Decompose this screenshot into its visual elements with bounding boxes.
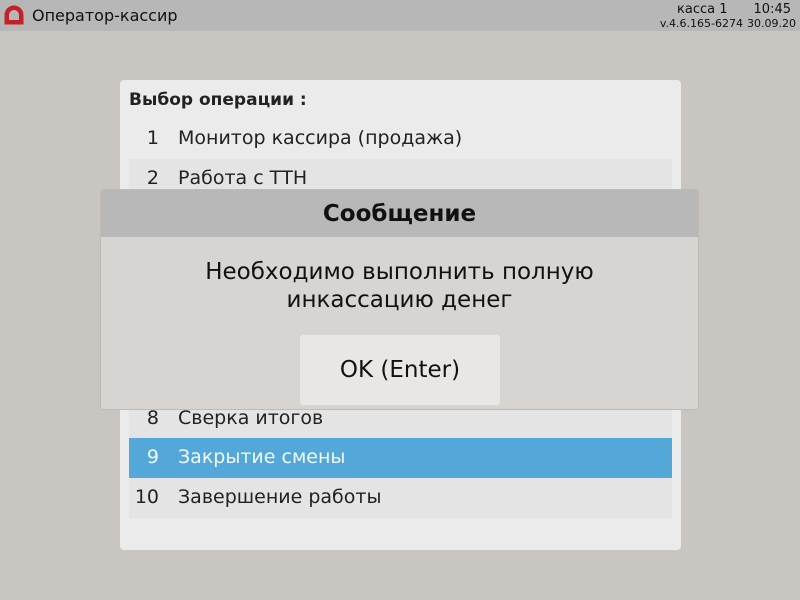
app-logo-icon	[4, 5, 24, 25]
menu-item-number: 9	[146, 446, 159, 468]
menu-item-cashier-monitor[interactable]: 1 Монитор кассира (продажа)	[129, 119, 672, 159]
menu-item-label: Сверка итогов	[178, 407, 324, 429]
status-line: касса 1 10:45	[677, 2, 791, 17]
dialog-header: Сообщение	[101, 190, 698, 237]
menu-item-number: 2	[146, 167, 159, 189]
message-dialog: Сообщение Необходимо выполнить полную ин…	[100, 189, 699, 410]
menu-item-label: Работа с ТТН	[178, 167, 308, 189]
menu-item-label: Монитор кассира (продажа)	[178, 127, 463, 149]
menu-item-number: 1	[146, 127, 159, 149]
menu-item-close-shift[interactable]: 9 Закрытие смены	[129, 438, 672, 478]
register-label: касса 1	[677, 2, 728, 17]
menu-item-number: 10	[134, 486, 159, 508]
version-line: v.4.6.165-6274 30.09.20	[660, 17, 796, 30]
menu-item-label: Закрытие смены	[178, 446, 346, 468]
date-label: 30.09.20	[747, 17, 796, 30]
clock: 10:45	[753, 2, 791, 17]
dialog-message: Необходимо выполнить полную инкассацию д…	[101, 258, 698, 314]
menu-item-exit[interactable]: 10 Завершение работы	[129, 478, 672, 518]
panel-title: Выбор операции :	[129, 90, 307, 110]
top-bar: Оператор-кассир касса 1 10:45 v.4.6.165-6…	[0, 0, 800, 31]
menu-item-number: 8	[146, 407, 159, 429]
dialog-title: Сообщение	[322, 201, 477, 227]
dialog-message-line: инкассацию денег	[286, 287, 513, 313]
version-label: v.4.6.165-6274	[659, 17, 744, 30]
app-title: Оператор-кассир	[32, 6, 178, 25]
ok-button[interactable]: OK (Enter)	[300, 335, 500, 405]
menu-item-label: Завершение работы	[178, 486, 382, 508]
dialog-message-line: Необходимо выполнить полную	[205, 259, 594, 285]
